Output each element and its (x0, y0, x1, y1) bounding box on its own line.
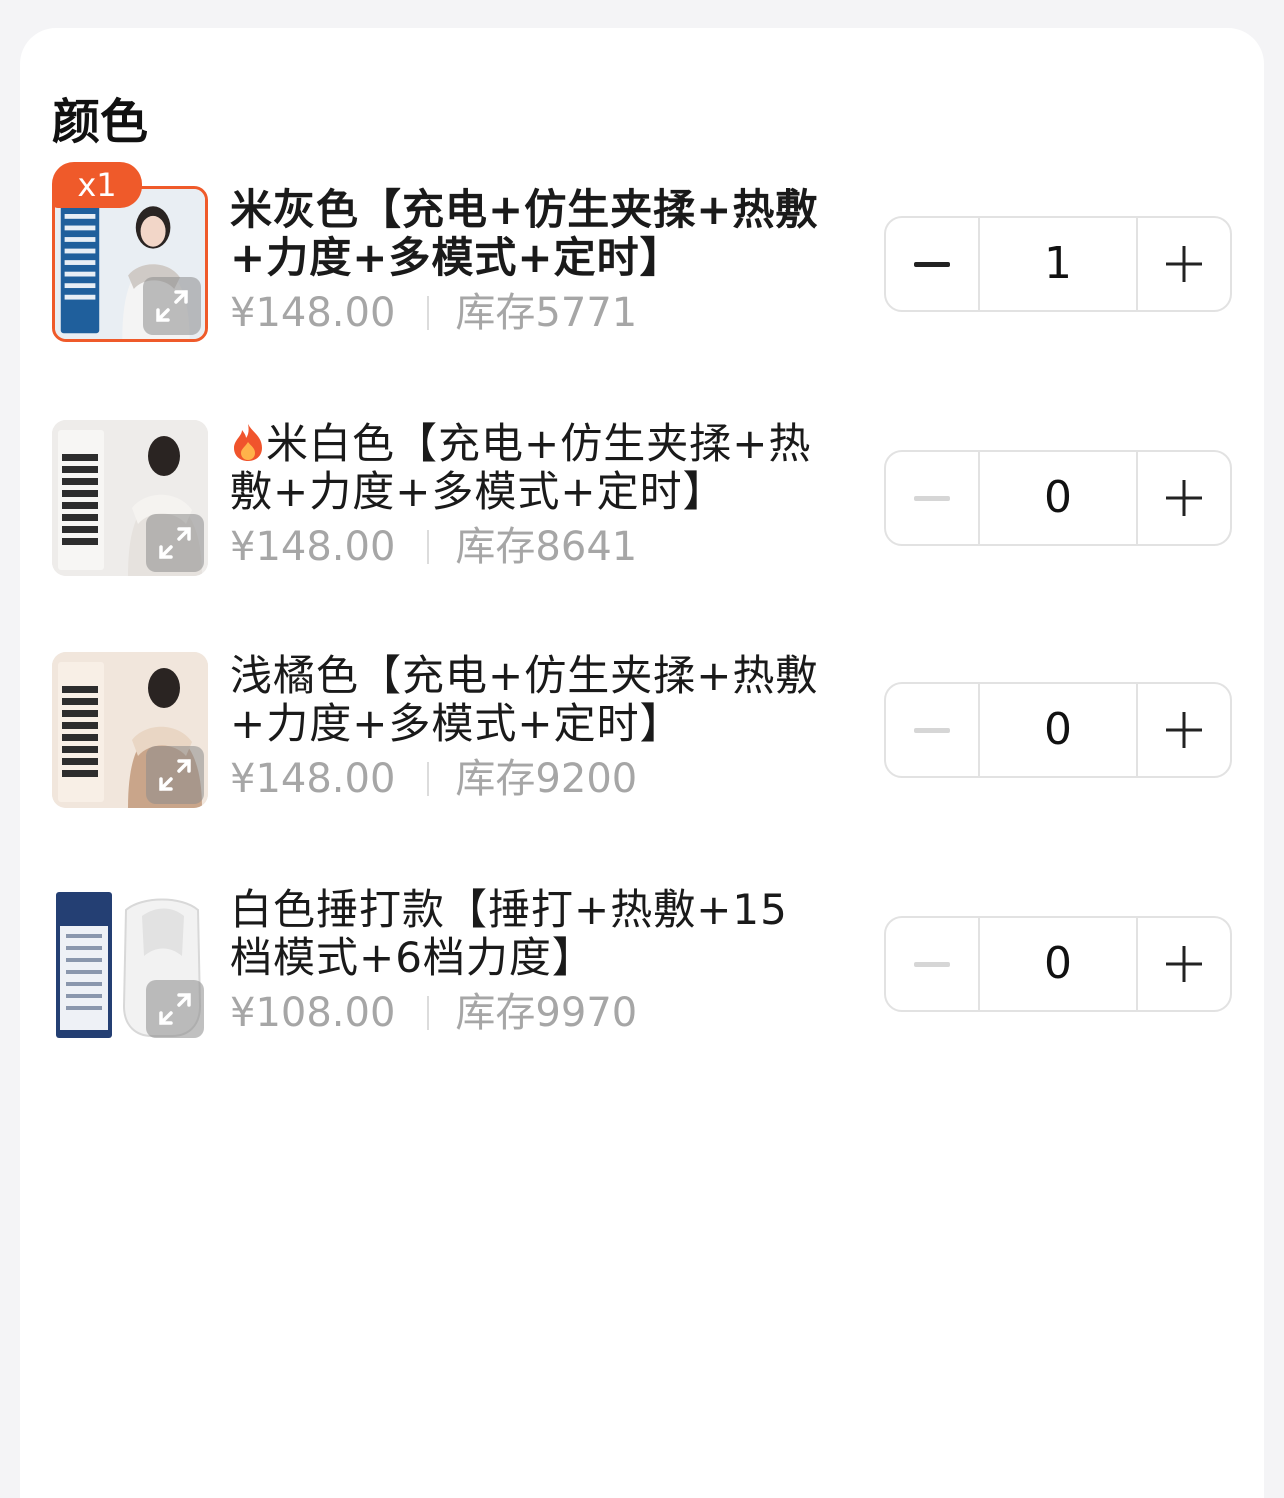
sku-name: 浅橘色【充电+仿生夹揉+热敷+力度+多模式+定时】 (230, 652, 819, 748)
sku-price: ¥148.00 (230, 756, 396, 802)
product-thumbnail[interactable] (52, 652, 208, 808)
expand-icon (156, 290, 188, 322)
decrease-button[interactable] (886, 452, 978, 544)
sku-option-item[interactable]: x1 米灰色【充电+仿生夹揉+热敷+力度+多模式+定时】 ¥148.00 库存5… (20, 162, 1264, 346)
quantity-stepper: 0 (884, 916, 1232, 1012)
increase-button[interactable] (1138, 684, 1230, 776)
sku-price: ¥108.00 (230, 990, 396, 1036)
sku-stock: 库存9970 (455, 990, 638, 1036)
quantity-value[interactable]: 0 (978, 684, 1138, 776)
divider (427, 762, 430, 796)
quantity-stepper: 1 (884, 216, 1232, 312)
sku-name: 米灰色【充电+仿生夹揉+热敷+力度+多模式+定时】 (230, 186, 819, 282)
minus-icon (914, 728, 951, 733)
quantity-stepper: 0 (884, 450, 1232, 546)
sku-stock: 库存8641 (455, 524, 638, 570)
increase-button[interactable] (1138, 452, 1230, 544)
minus-icon (914, 262, 951, 267)
quantity-value[interactable]: 1 (978, 218, 1138, 310)
minus-icon (914, 496, 951, 501)
sku-stock: 库存9200 (455, 756, 638, 802)
plus-icon (1165, 712, 1202, 748)
sku-option-item[interactable]: 白色捶打款【捶打+热敷+15档模式+6档力度】 ¥108.00 库存9970 0 (20, 886, 1264, 1046)
sku-price: ¥148.00 (230, 290, 396, 336)
increase-button[interactable] (1138, 918, 1230, 1010)
sku-stock: 库存5771 (455, 290, 638, 336)
sku-sheet: 颜色 x1 米灰色【充电+仿生夹揉+热敷+力度+多模式+定时】 ¥148.00 … (20, 28, 1264, 1498)
increase-button[interactable] (1138, 218, 1230, 310)
product-thumbnail[interactable] (52, 420, 208, 576)
sku-option-item[interactable]: 浅橘色【充电+仿生夹揉+热敷+力度+多模式+定时】 ¥148.00 库存9200… (20, 652, 1264, 812)
product-thumbnail[interactable] (52, 886, 208, 1042)
expand-image-button[interactable] (146, 746, 204, 804)
expand-icon (159, 759, 191, 791)
decrease-button[interactable] (886, 918, 978, 1010)
decrease-button[interactable] (886, 218, 978, 310)
expand-image-button[interactable] (143, 277, 201, 335)
plus-icon (1165, 246, 1202, 282)
quantity-stepper: 0 (884, 682, 1232, 778)
plus-icon (1165, 480, 1202, 516)
expand-icon (159, 993, 191, 1025)
sku-info: 米白色【充电+仿生夹揉+热敷+力度+多模式+定时】 ¥148.00 库存8641 (230, 420, 830, 572)
quantity-value[interactable]: 0 (978, 918, 1138, 1010)
sku-name: 米白色【充电+仿生夹揉+热敷+力度+多模式+定时】 (230, 420, 812, 516)
sku-price: ¥148.00 (230, 524, 396, 570)
fire-icon (234, 424, 262, 461)
quantity-value[interactable]: 0 (978, 452, 1138, 544)
sku-info: 米灰色【充电+仿生夹揉+热敷+力度+多模式+定时】 ¥148.00 库存5771 (230, 186, 830, 338)
decrease-button[interactable] (886, 684, 978, 776)
divider (427, 530, 430, 564)
sku-option-item[interactable]: 米白色【充电+仿生夹揉+热敷+力度+多模式+定时】 ¥148.00 库存8641… (20, 420, 1264, 580)
divider (427, 296, 430, 330)
sku-name: 白色捶打款【捶打+热敷+15档模式+6档力度】 (230, 886, 788, 982)
expand-image-button[interactable] (146, 980, 204, 1038)
sku-info: 白色捶打款【捶打+热敷+15档模式+6档力度】 ¥108.00 库存9970 (230, 886, 830, 1038)
sku-info: 浅橘色【充电+仿生夹揉+热敷+力度+多模式+定时】 ¥148.00 库存9200 (230, 652, 830, 804)
divider (427, 996, 430, 1030)
expand-icon (159, 527, 191, 559)
selected-quantity-badge: x1 (52, 162, 142, 208)
expand-image-button[interactable] (146, 514, 204, 572)
plus-icon (1165, 946, 1202, 982)
section-title: 颜色 (52, 94, 149, 150)
product-thumbnail[interactable] (52, 186, 208, 342)
minus-icon (914, 962, 951, 967)
